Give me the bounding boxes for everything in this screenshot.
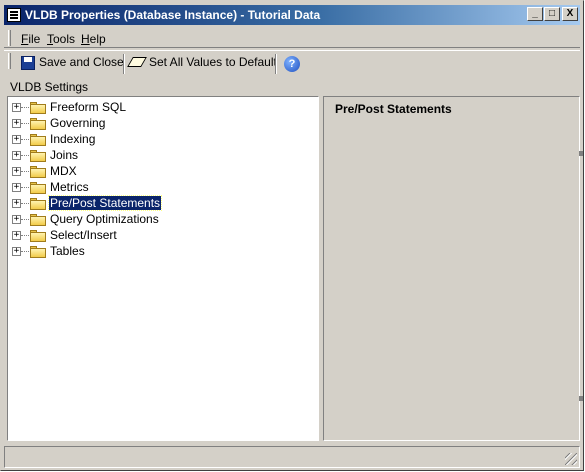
folder-icon [30,198,46,210]
eraser-icon [127,57,147,67]
tree-connector [21,251,29,252]
set-all-defaults-button[interactable]: Set All Values to Default [127,54,277,74]
tree-item-metrics[interactable]: + Metrics [8,179,308,195]
folder-icon [30,118,46,130]
detail-panel-title: Pre/Post Statements [335,102,452,116]
tree-item-pre-post-statements[interactable]: + Pre/Post Statements [8,195,308,211]
set-all-defaults-label: Set All Values to Default [149,55,277,69]
toolbar-separator [123,54,125,74]
menubar-grip[interactable] [8,30,11,46]
toolbar: Save and Close Set All Values to Default… [4,50,580,76]
tree-item-label: MDX [50,164,77,178]
menu-help[interactable]: Help [81,32,106,46]
folder-icon [30,230,46,242]
menu-bar: File Tools Help [4,28,580,48]
menu-tools[interactable]: Tools [47,32,75,46]
folder-icon [30,214,46,226]
status-bar [4,446,580,468]
tree-item-label: Select/Insert [50,228,117,242]
folder-icon [30,166,46,178]
tree-connector [21,139,29,140]
menu-file[interactable]: File [21,32,40,46]
tree-item-label-selected: Pre/Post Statements [47,195,163,211]
folder-icon [30,150,46,162]
tree-item-query-optimizations[interactable]: + Query Optimizations [8,211,308,227]
tree-connector [21,203,29,204]
tree-connector [21,235,29,236]
expand-icon[interactable]: + [12,231,21,240]
expand-icon[interactable]: + [12,215,21,224]
tree-item-governing[interactable]: + Governing [8,115,308,131]
folder-icon [30,134,46,146]
tree-item-label: Governing [50,116,106,130]
folder-icon [30,182,46,194]
tree-item-mdx[interactable]: + MDX [8,163,308,179]
help-icon[interactable]: ? [284,56,300,72]
expand-icon[interactable]: + [12,183,21,192]
detail-panel: Pre/Post Statements [323,96,580,441]
tree-item-label: Joins [50,148,79,162]
tree-item-label: Freeform SQL [50,100,127,114]
tree-item-joins[interactable]: + Joins [8,147,308,163]
tree-item-label: Query Optimizations [50,212,159,226]
expand-icon[interactable]: + [12,119,21,128]
maximize-button[interactable]: □ [544,7,560,21]
expand-icon[interactable]: + [12,247,21,256]
tree-connector [21,187,29,188]
title-bar[interactable]: VLDB Properties (Database Instance) - Tu… [4,5,580,25]
expand-icon[interactable]: + [12,167,21,176]
tree-item-select-insert[interactable]: + Select/Insert [8,227,308,243]
tree-item-label: Indexing [50,132,96,146]
edge-marker [579,151,583,156]
vldb-settings-label: VLDB Settings [10,80,89,94]
toolbar-grip[interactable] [8,53,11,69]
tree-item-label: Metrics [50,180,89,194]
menu-help-label: elp [89,32,106,46]
expand-icon[interactable]: + [12,135,21,144]
menu-tools-label: ools [53,32,76,46]
tree-connector [21,107,29,108]
app-icon [7,8,21,22]
window-title: VLDB Properties (Database Instance) - Tu… [25,8,321,22]
vldb-properties-window: VLDB Properties (Database Instance) - Tu… [0,0,584,471]
menu-file-label: ile [28,32,41,46]
tree-connector [21,155,29,156]
minimize-button[interactable]: _ [527,7,543,21]
expand-icon[interactable]: + [12,199,21,208]
save-and-close-button[interactable]: Save and Close [21,54,124,74]
tree-item-freeform-sql[interactable]: + Freeform SQL [8,99,308,115]
close-button[interactable]: X [562,7,578,21]
toolbar-separator [275,54,277,74]
save-icon [21,56,35,70]
expand-icon[interactable]: + [12,151,21,160]
tree-item-indexing[interactable]: + Indexing [8,131,308,147]
settings-tree[interactable]: + Freeform SQL + Governing + Indexing + … [7,96,319,441]
tree-item-tables[interactable]: + Tables [8,243,308,259]
save-and-close-label: Save and Close [39,55,124,69]
menu-help-mnemonic: H [81,32,90,46]
expand-icon[interactable]: + [12,103,21,112]
tree-connector [21,219,29,220]
tree-connector [21,171,29,172]
folder-icon [30,102,46,114]
resize-grip-icon[interactable] [565,453,577,465]
folder-icon [30,246,46,258]
tree-connector [21,123,29,124]
tree-item-label: Tables [50,244,85,258]
edge-marker [579,396,583,401]
